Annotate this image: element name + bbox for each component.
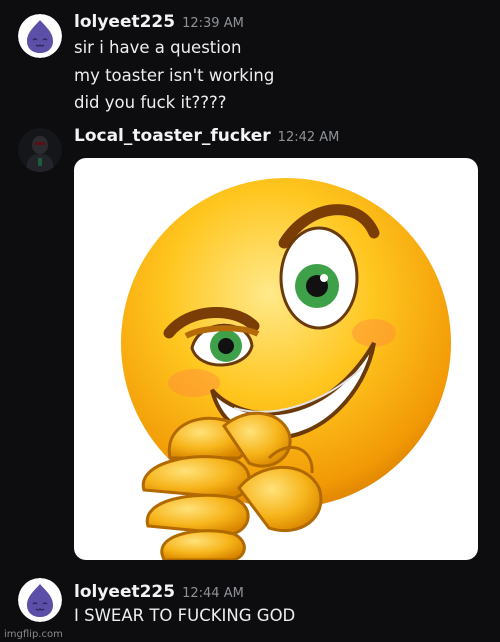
message-3: lolyeet225 12:44 AM I SWEAR TO FUCKING G…	[0, 0, 500, 642]
username[interactable]: lolyeet225	[74, 582, 175, 602]
watermark: imgflip.com	[4, 629, 63, 640]
message-header: lolyeet225 12:44 AM	[74, 582, 244, 602]
timestamp: 12:44 AM	[182, 586, 244, 601]
avatar[interactable]	[18, 578, 62, 622]
purple-blob-avatar-icon	[18, 578, 62, 622]
message-text: I SWEAR TO FUCKING GOD	[74, 606, 296, 625]
